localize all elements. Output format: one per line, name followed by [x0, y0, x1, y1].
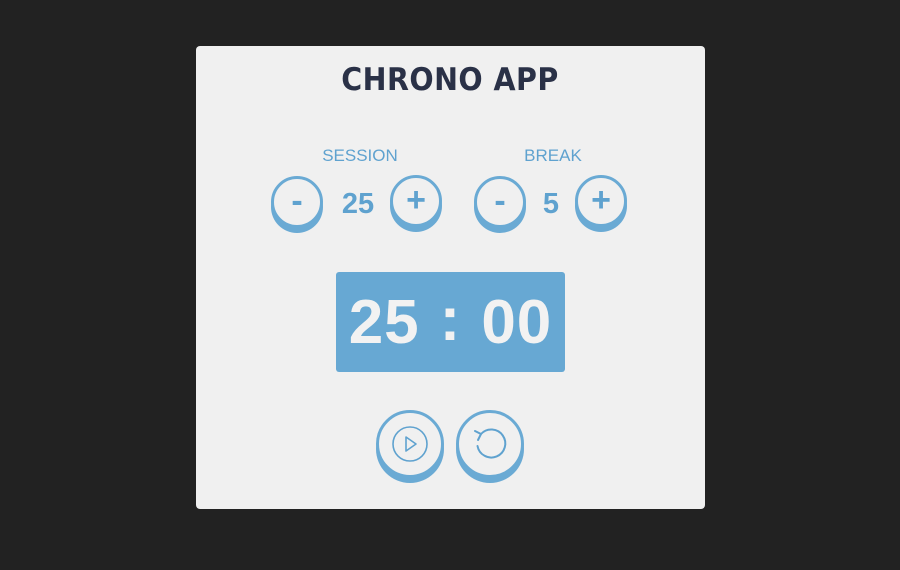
break-decrement-button[interactable]: -	[474, 176, 526, 228]
reset-button[interactable]	[456, 410, 524, 478]
play-button[interactable]	[376, 410, 444, 478]
timer-seconds: 00	[481, 287, 553, 357]
timer-display: 25 : 00	[336, 272, 565, 372]
session-label: SESSION	[322, 146, 398, 165]
timer-separator: :	[439, 284, 462, 354]
timer-minutes: 25	[348, 287, 420, 357]
minus-icon: -	[494, 181, 506, 220]
play-icon	[392, 426, 428, 462]
app-title: CHRONO APP	[341, 62, 559, 98]
session-decrement-button[interactable]: -	[271, 176, 323, 228]
plus-icon: +	[591, 180, 611, 219]
session-value: 25	[341, 188, 375, 220]
session-increment-button[interactable]: +	[390, 175, 442, 227]
plus-icon: +	[406, 180, 426, 219]
reset-icon	[474, 428, 507, 459]
break-increment-button[interactable]: +	[575, 175, 627, 227]
break-value: 5	[542, 188, 560, 220]
break-label: BREAK	[524, 146, 582, 165]
minus-icon: -	[291, 181, 303, 220]
